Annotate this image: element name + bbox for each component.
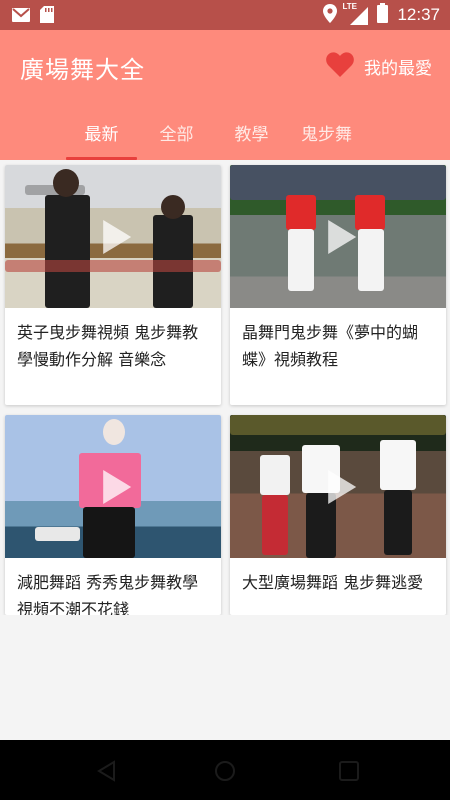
play-icon: [328, 219, 357, 254]
location-icon: [323, 3, 338, 27]
video-thumbnail: [230, 165, 446, 308]
battery-icon: [377, 3, 389, 27]
heart-icon: [326, 52, 354, 81]
home-icon[interactable]: [214, 760, 236, 786]
video-title: 晶舞門鬼步舞《夢中的蝴蝶》視頻教程: [242, 323, 419, 369]
back-icon[interactable]: [96, 760, 116, 786]
app-bar: 廣場舞大全 我的最愛 最新 全部 教學 鬼步舞: [0, 30, 450, 160]
clock: 12:37: [397, 5, 440, 24]
video-title: 大型廣場舞蹈 鬼步舞逃愛: [242, 573, 424, 592]
tab-tutorial[interactable]: 教學: [214, 116, 289, 160]
play-icon: [103, 219, 132, 254]
system-nav-bar: [0, 740, 450, 800]
tab-latest[interactable]: 最新: [64, 116, 139, 160]
video-grid: 英子曳步舞視頻 鬼步舞教學慢動作分解 音樂念 晶舞門鬼步舞《夢中的蝴蝶》視頻教程…: [0, 160, 450, 615]
play-icon: [103, 469, 132, 504]
favorites-label: 我的最愛: [364, 59, 432, 79]
video-title: 減肥舞蹈 秀秀鬼步舞教學視頻不潮不花錢: [17, 573, 199, 615]
app-title: 廣場舞大全: [20, 56, 145, 84]
video-thumbnail: [230, 415, 446, 558]
video-thumbnail: [5, 165, 221, 308]
video-title: 英子曳步舞視頻 鬼步舞教學慢動作分解 音樂念: [17, 323, 199, 369]
play-icon: [328, 469, 357, 504]
video-card[interactable]: 晶舞門鬼步舞《夢中的蝴蝶》視頻教程: [230, 165, 446, 405]
sd-card-icon: [40, 6, 54, 27]
empty-area: [0, 615, 450, 740]
tab-shuffle-dance[interactable]: 鬼步舞: [289, 116, 364, 160]
tab-all[interactable]: 全部: [139, 116, 214, 160]
status-bar: LTE 12:37: [0, 0, 450, 30]
video-card[interactable]: 大型廣場舞蹈 鬼步舞逃愛: [230, 415, 446, 615]
tab-bar: 最新 全部 教學 鬼步舞: [64, 116, 364, 160]
video-thumbnail: [5, 415, 221, 558]
signal-icon: LTE: [342, 2, 369, 25]
gmail-icon: [12, 7, 30, 26]
video-card[interactable]: 減肥舞蹈 秀秀鬼步舞教學視頻不潮不花錢: [5, 415, 221, 615]
recents-icon[interactable]: [338, 760, 360, 786]
favorites-button[interactable]: 我的最愛: [326, 52, 432, 81]
video-card[interactable]: 英子曳步舞視頻 鬼步舞教學慢動作分解 音樂念: [5, 165, 221, 405]
